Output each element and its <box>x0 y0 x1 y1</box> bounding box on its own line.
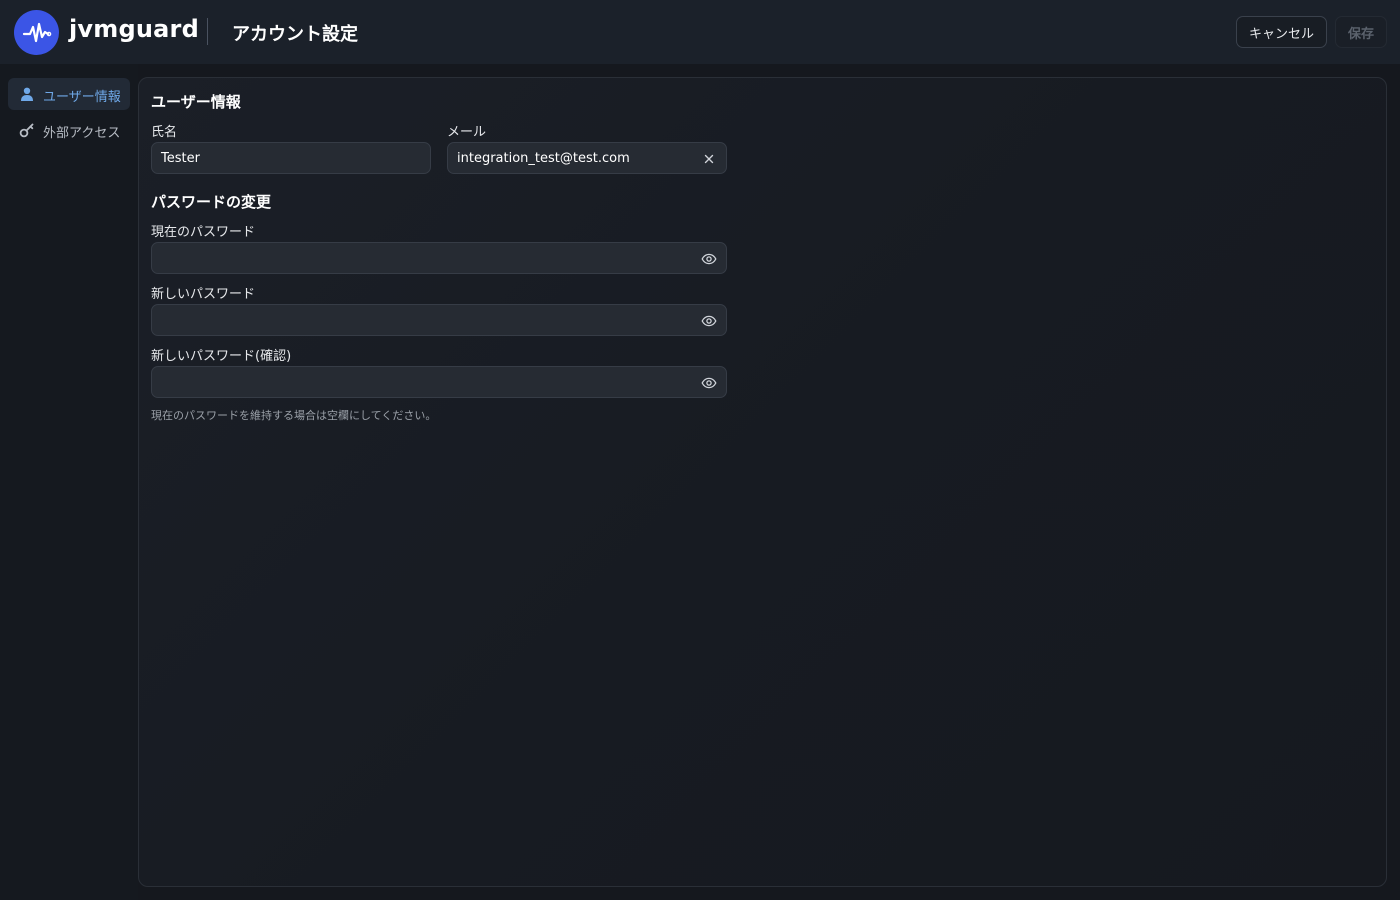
eye-icon[interactable] <box>701 251 717 267</box>
sidebar-item-label: ユーザー情報 <box>43 90 121 105</box>
current-password-label: 現在のパスワード <box>151 225 256 240</box>
eye-icon[interactable] <box>701 313 717 329</box>
email-value: integration_test@test.com <box>457 150 630 166</box>
settings-panel: ユーザー情報 氏名 Tester メール integration_test@te… <box>138 77 1387 887</box>
sidebar-item-user-info[interactable]: ユーザー情報 <box>8 78 130 110</box>
name-label: 氏名 <box>151 125 178 140</box>
key-icon <box>19 122 35 138</box>
user-icon <box>19 86 35 102</box>
app-header: jvmguard アカウント設定 キャンセル 保存 <box>0 0 1400 64</box>
brand-name[interactable]: jvmguard <box>69 15 199 43</box>
password-hint: 現在のパスワードを維持する場合は空欄にしてください。 <box>151 409 437 422</box>
header-divider <box>207 18 208 45</box>
name-input[interactable]: Tester <box>151 142 431 174</box>
eye-icon[interactable] <box>701 375 717 391</box>
password-section-title: パスワードの変更 <box>151 193 272 211</box>
sidebar: ユーザー情報 外部アクセス <box>0 64 138 900</box>
new-password-input[interactable] <box>151 304 727 336</box>
current-password-input[interactable] <box>151 242 727 274</box>
cancel-button[interactable]: キャンセル <box>1236 16 1327 48</box>
email-input[interactable]: integration_test@test.com <box>447 142 727 174</box>
save-button[interactable]: 保存 <box>1335 16 1387 48</box>
page-title: アカウント設定 <box>232 24 358 45</box>
new-password-label: 新しいパスワード <box>151 287 256 302</box>
pulse-icon[interactable] <box>14 10 59 55</box>
user-info-section-title: ユーザー情報 <box>151 93 241 111</box>
confirm-password-label: 新しいパスワード(確認) <box>151 349 292 364</box>
confirm-password-input[interactable] <box>151 366 727 398</box>
sidebar-item-label: 外部アクセス <box>43 126 121 141</box>
close-icon[interactable] <box>701 151 717 167</box>
name-value: Tester <box>161 150 200 166</box>
sidebar-item-external-access[interactable]: 外部アクセス <box>8 114 130 146</box>
email-label: メール <box>447 125 487 140</box>
